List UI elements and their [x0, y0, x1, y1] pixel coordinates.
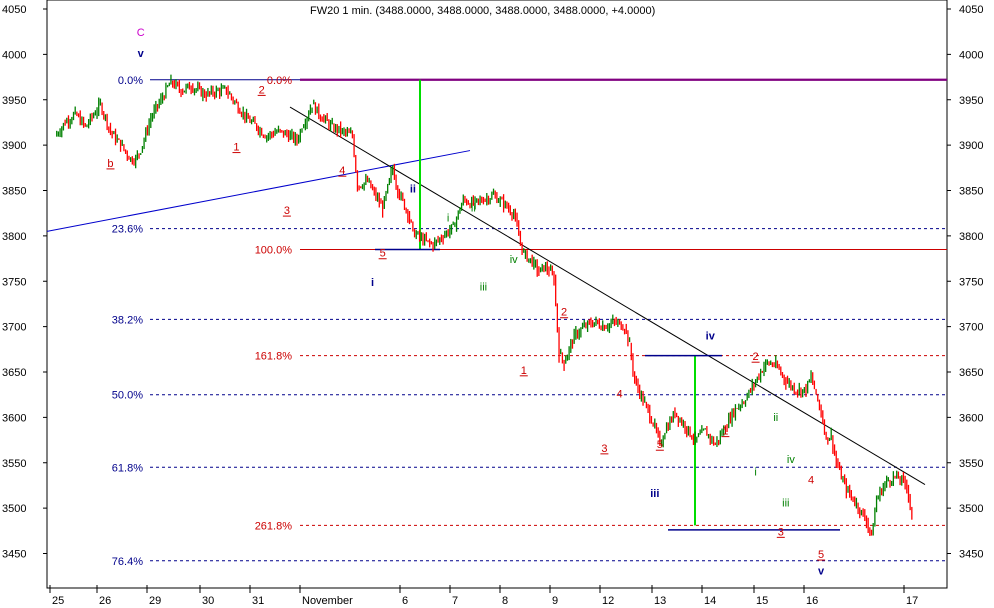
wave-label: 1: [722, 426, 728, 438]
fib-label-left: 23.6%: [112, 224, 143, 236]
x-tick-label: 6: [402, 595, 408, 607]
wave-label: b: [107, 158, 113, 170]
wave-label: 3: [778, 526, 784, 538]
wave-label: 4: [616, 388, 622, 400]
x-tick-label: 16: [806, 595, 818, 607]
fib-label-left: 0.0%: [118, 75, 143, 87]
y-tick-label-right: 3500: [959, 503, 983, 515]
fib-label-left: 50.0%: [112, 390, 143, 402]
wave-label: iv: [510, 254, 518, 266]
y-tick-label-right: 3450: [959, 549, 983, 561]
wave-label: iii: [782, 497, 789, 509]
fib-label-right: 261.8%: [255, 520, 293, 532]
x-tick-label: 9: [552, 595, 558, 607]
y-tick-label-left: 3550: [2, 458, 26, 470]
wave-label: 5: [380, 248, 386, 260]
chart-title: FW20 1 min. (3488.0000, 3488.0000, 3488.…: [310, 5, 655, 17]
x-tick-label: 26: [99, 595, 111, 607]
y-tick-label-left: 3700: [2, 322, 26, 334]
x-tick-label: 31: [252, 595, 264, 607]
chart-background: [0, 0, 994, 608]
wave-label: 3: [601, 443, 607, 455]
fib-label-right: 0.0%: [267, 75, 292, 87]
y-tick-label-left: 3600: [2, 412, 26, 424]
wave-label: iii: [650, 488, 659, 500]
fib-label-right: 161.8%: [255, 351, 293, 363]
y-tick-label-left: 3800: [2, 231, 26, 243]
y-tick-label-left: 4000: [2, 49, 26, 61]
wave-label: 1: [521, 365, 527, 377]
wave-label: 5: [818, 549, 824, 561]
y-tick-label-left: 3950: [2, 95, 26, 107]
fw20-chart: 0.0% 23.6% 38.2% 50.0% 61.8% 76.4% 0.0% 100.0% 1…: [0, 0, 994, 608]
y-tick-label-right: 3700: [959, 322, 983, 334]
y-tick-label-right: 4000: [959, 49, 983, 61]
wave-label: ii: [471, 202, 476, 214]
y-tick-label-left: 3500: [2, 503, 26, 515]
wave-label: i: [754, 466, 756, 478]
y-tick-label-right: 3600: [959, 412, 983, 424]
wave-label: 1: [233, 142, 239, 154]
wave-label: i: [371, 277, 374, 289]
y-tick-label-left: 3750: [2, 276, 26, 288]
y-tick-label-right: 3800: [959, 231, 983, 243]
wave-label: 3: [284, 205, 290, 217]
wave-label: v: [818, 565, 825, 577]
wave-label: iii: [480, 281, 487, 293]
wave-label: 4: [808, 475, 814, 487]
fib-label-left: 76.4%: [112, 556, 143, 568]
x-tick-label: 7: [452, 595, 458, 607]
fib-label-left: 38.2%: [112, 314, 143, 326]
wave-label: 4: [339, 165, 345, 177]
x-tick-label: November: [302, 595, 353, 607]
y-tick-label-right: 3550: [959, 458, 983, 470]
wave-label: i: [447, 212, 449, 224]
wave-label: C: [137, 27, 145, 39]
x-tick-label: 13: [654, 595, 666, 607]
y-tick-label-right: 4050: [959, 4, 983, 16]
y-tick-label-left: 3900: [2, 140, 26, 152]
x-tick-label: 14: [704, 595, 716, 607]
wave-label: v: [138, 48, 145, 60]
x-tick-label: 29: [149, 595, 161, 607]
wave-label: ii: [410, 183, 416, 195]
y-tick-label-right: 3650: [959, 367, 983, 379]
x-tick-label: 17: [906, 595, 918, 607]
y-tick-label-right: 3900: [959, 140, 983, 152]
wave-label: iv: [706, 330, 716, 342]
wave-label: 2: [259, 84, 265, 96]
fib-label-left: 61.8%: [112, 462, 143, 474]
y-tick-label-left: 4050: [2, 4, 26, 16]
y-tick-label-left: 3650: [2, 367, 26, 379]
y-tick-label-right: 3750: [959, 276, 983, 288]
x-tick-label: 30: [202, 595, 214, 607]
fib-label-right: 100.0%: [255, 244, 293, 256]
y-tick-label-left: 3850: [2, 186, 26, 198]
wave-label: ii: [773, 412, 778, 424]
wave-label: 5: [657, 439, 663, 451]
x-tick-label: 15: [756, 595, 768, 607]
x-tick-label: 25: [52, 595, 64, 607]
x-tick-label: 12: [602, 595, 614, 607]
y-tick-label-right: 3950: [959, 95, 983, 107]
y-tick-label-left: 3450: [2, 549, 26, 561]
wave-label: 2: [561, 307, 567, 319]
y-tick-label-right: 3850: [959, 186, 983, 198]
x-tick-label: 8: [502, 595, 508, 607]
wave-label: 2: [753, 351, 759, 363]
wave-label: iv: [787, 454, 795, 466]
